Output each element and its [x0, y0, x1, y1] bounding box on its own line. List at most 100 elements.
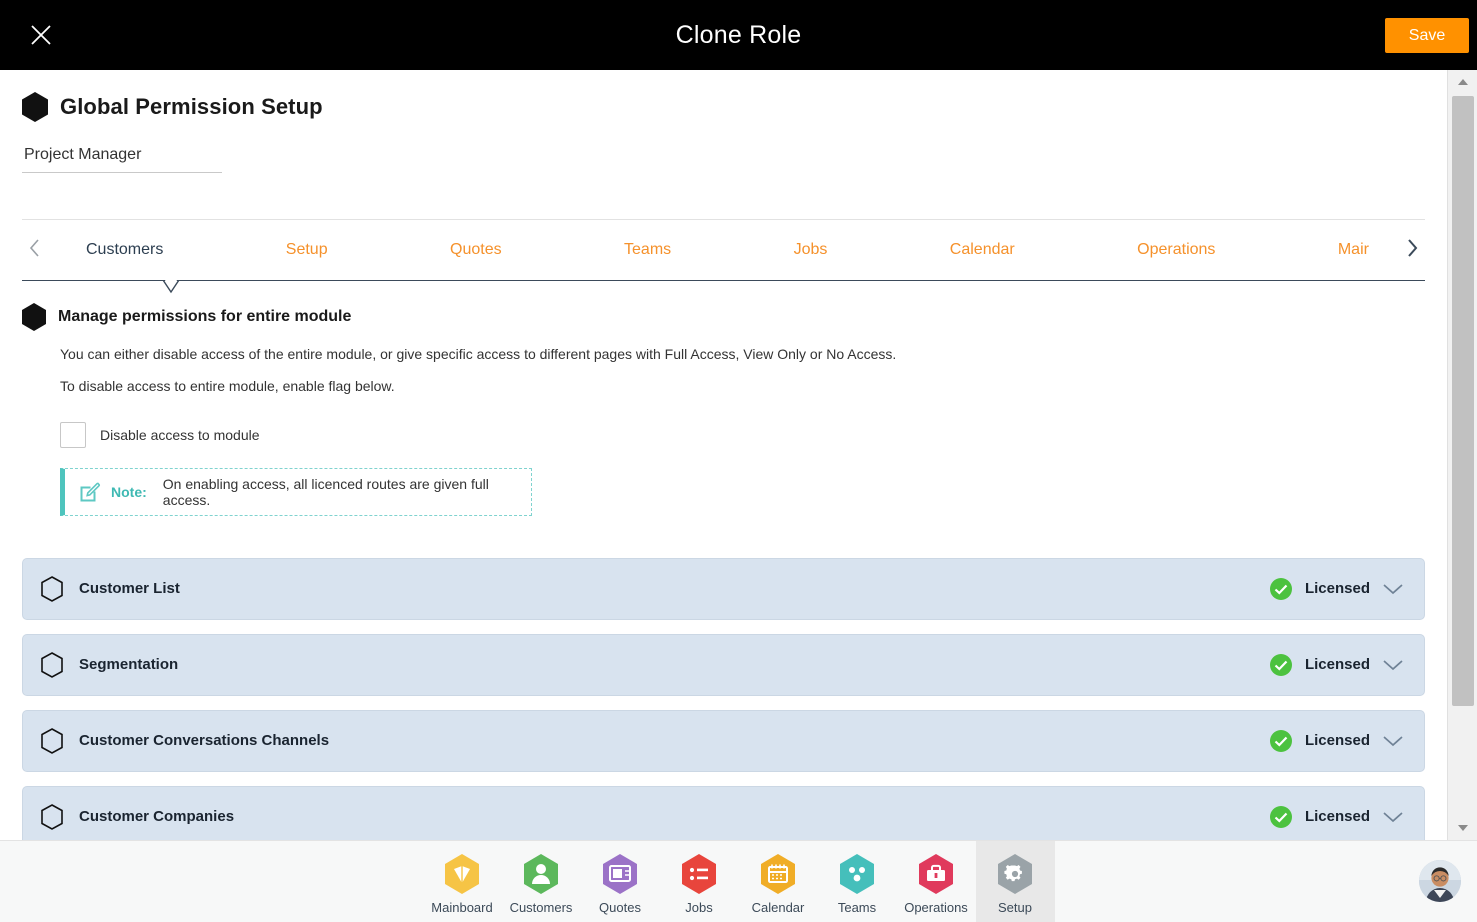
close-button[interactable]: [24, 18, 58, 52]
content: Global Permission Setup Project Manager …: [0, 70, 1447, 840]
quotes-icon: [600, 852, 640, 896]
permission-name: Customer List: [79, 580, 180, 598]
scroll-up-button[interactable]: [1448, 70, 1477, 94]
customers-icon: [521, 852, 561, 896]
nav-label: Jobs: [685, 900, 713, 915]
note-banner: Note: On enabling access, all licenced r…: [60, 467, 532, 516]
table-row[interactable]: Customer List Licensed: [22, 557, 1425, 620]
tab-quotes[interactable]: Quotes: [448, 235, 504, 265]
licensed-check-icon: [1269, 653, 1293, 677]
nav-label: Quotes: [599, 900, 641, 915]
tab-calendar[interactable]: Calendar: [948, 235, 1017, 265]
setup-gear-icon: [995, 852, 1035, 896]
avatar[interactable]: [1419, 860, 1461, 902]
chevron-down-icon[interactable]: [1382, 658, 1404, 672]
status-badge: Licensed: [1304, 732, 1370, 750]
permission-rows: Customer List Licensed Segmentation Lice…: [22, 557, 1425, 840]
permission-name: Customer Companies: [79, 808, 235, 826]
tabs-prev-button[interactable]: [22, 230, 48, 270]
tab-operations[interactable]: Operations: [1135, 235, 1217, 265]
page-title-row: Global Permission Setup: [22, 70, 1425, 122]
modal-body: Global Permission Setup Project Manager …: [0, 70, 1477, 840]
hexagon-outline-icon: [41, 651, 63, 678]
nav-item-teams[interactable]: Teams: [818, 841, 897, 922]
table-row[interactable]: Customer Companies Licensed: [22, 785, 1425, 840]
licensed-check-icon: [1269, 729, 1293, 753]
calendar-icon: [758, 852, 798, 896]
scroll-area: Global Permission Setup Project Manager …: [0, 70, 1447, 840]
nav-label: Calendar: [751, 900, 805, 915]
licensed-check-icon: [1269, 577, 1293, 601]
table-row[interactable]: Customer Conversations Channels Licensed: [22, 709, 1425, 772]
status-badge: Licensed: [1304, 808, 1370, 826]
hexagon-outline-icon: [41, 803, 63, 830]
scroll-down-icon: [1457, 819, 1469, 837]
tab-customers[interactable]: Customers: [84, 235, 165, 265]
module-section-title: Manage permissions for entire module: [58, 308, 352, 325]
nav-item-customers[interactable]: Customers: [502, 841, 581, 922]
scroll-down-button[interactable]: [1448, 816, 1477, 840]
module-description-1: You can either disable access of the ent…: [60, 346, 897, 362]
tabs-underline: [22, 280, 1425, 294]
chevron-left-icon: [29, 238, 41, 263]
table-row[interactable]: Segmentation Licensed: [22, 633, 1425, 696]
scroll-up-icon: [1457, 73, 1469, 91]
nav-item-setup[interactable]: Setup: [975, 841, 1055, 922]
module-tabs: Customers Setup Quotes Teams Jobs Calend…: [22, 220, 1425, 280]
nav-item-quotes[interactable]: Quotes: [581, 841, 660, 922]
close-icon: [28, 22, 54, 48]
chevron-down-icon[interactable]: [1382, 582, 1404, 596]
module-section-header: Manage permissions for entire module: [22, 303, 1425, 331]
nav-label: Teams: [837, 900, 877, 915]
role-name-input[interactable]: [22, 144, 222, 173]
nav-item-jobs[interactable]: Jobs: [660, 841, 739, 922]
permission-status-group: Licensed: [1269, 577, 1404, 601]
nav-label: Setup: [998, 900, 1032, 915]
operations-icon: [916, 852, 956, 896]
nav-label: Mainboard: [431, 900, 493, 915]
status-badge: Licensed: [1304, 580, 1370, 598]
note-text: On enabling access, all licenced routes …: [162, 475, 489, 508]
tab-setup[interactable]: Setup: [284, 235, 330, 265]
role-name-field: [22, 144, 222, 173]
hexagon-icon: [22, 92, 48, 122]
note-label: Note:: [111, 483, 147, 500]
nav-label: Operations: [904, 900, 968, 915]
chevron-down-icon[interactable]: [1382, 810, 1404, 824]
tabs-next-button[interactable]: [1399, 230, 1425, 270]
permission-name: Customer Conversations Channels: [79, 732, 330, 750]
hexagon-icon: [22, 303, 46, 331]
edit-note-icon: [77, 480, 101, 504]
nav-item-operations[interactable]: Operations: [897, 841, 976, 922]
modal-title: Clone Role: [675, 20, 802, 49]
chevron-down-icon[interactable]: [1382, 734, 1404, 748]
permission-status-group: Licensed: [1269, 805, 1404, 829]
permission-status-group: Licensed: [1269, 653, 1404, 677]
tab-mainboard[interactable]: Mair: [1336, 235, 1371, 265]
nav-item-calendar[interactable]: Calendar: [739, 841, 818, 922]
tab-jobs[interactable]: Jobs: [792, 235, 830, 265]
clone-role-modal: Clone Role Save Global Permission Setup: [0, 0, 1477, 922]
licensed-check-icon: [1269, 805, 1293, 829]
jobs-icon: [679, 852, 719, 896]
status-badge: Licensed: [1304, 656, 1370, 674]
module-description-2: To disable access to entire module, enab…: [60, 377, 395, 394]
hexagon-outline-icon: [41, 727, 63, 754]
modal-header: Clone Role Save: [0, 0, 1477, 70]
nav-item-mainboard[interactable]: Mainboard: [423, 841, 502, 922]
disable-module-label: Disable access to module: [100, 426, 260, 443]
bottom-navigation: Mainboard Customers Quotes Jobs Calendar…: [0, 840, 1477, 922]
disable-module-row: Disable access to module: [60, 421, 1425, 448]
disable-module-checkbox[interactable]: [60, 421, 86, 448]
vertical-scrollbar[interactable]: [1447, 70, 1477, 840]
nav-label: Customers: [509, 900, 573, 915]
permission-status-group: Licensed: [1269, 729, 1404, 753]
scrollbar-thumb[interactable]: [1452, 96, 1474, 706]
tab-teams[interactable]: Teams: [622, 235, 673, 265]
hexagon-outline-icon: [41, 575, 63, 602]
permission-name: Segmentation: [79, 656, 179, 674]
tabs-strip: Customers Setup Quotes Teams Jobs Calend…: [48, 235, 1399, 265]
teams-icon: [837, 852, 877, 896]
save-button[interactable]: Save: [1385, 18, 1469, 53]
page-title: Global Permission Setup: [60, 94, 323, 119]
